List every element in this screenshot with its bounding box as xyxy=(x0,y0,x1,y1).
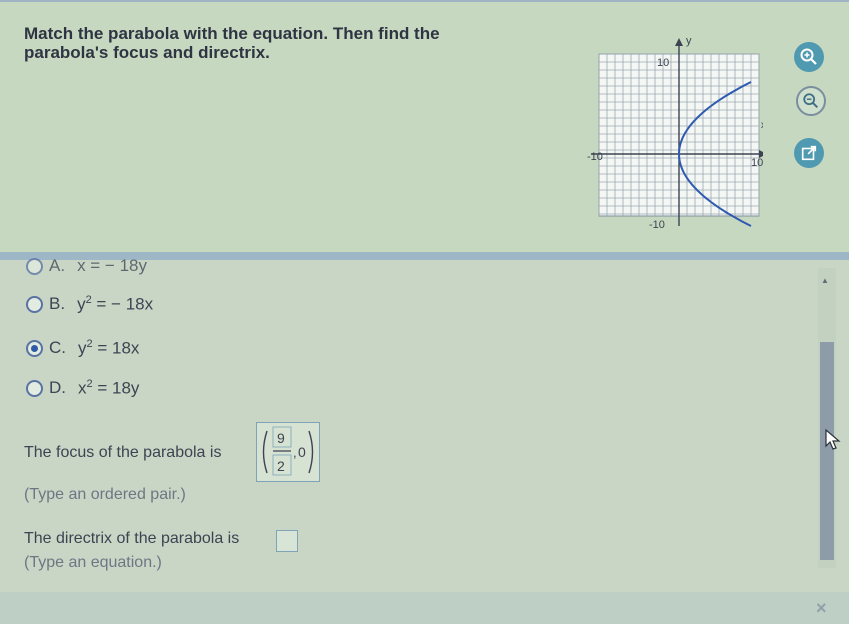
focus-numerator: 9 xyxy=(277,430,285,446)
option-a-radio[interactable] xyxy=(26,257,43,275)
option-b-letter: B. xyxy=(49,294,66,313)
focus-ordered-pair: 9 2 , 0 xyxy=(262,426,314,476)
option-b-equation: y2 = − 18x xyxy=(77,294,153,315)
zoom-in-button[interactable] xyxy=(794,42,824,72)
focus-comma: , xyxy=(293,445,297,460)
zoom-in-icon xyxy=(800,48,817,65)
question-line-1: Match the parabola with the equation. Th… xyxy=(24,24,440,43)
directrix-input[interactable] xyxy=(276,530,298,552)
option-c-rest: = 18x xyxy=(92,338,140,358)
tick-label-left: -10 xyxy=(587,151,603,163)
option-b-base: y xyxy=(77,294,86,314)
question-line-2: parabola's focus and directrix. xyxy=(24,43,270,62)
focus-answer-box[interactable]: 9 2 , 0 xyxy=(256,422,320,482)
option-c-letter: C. xyxy=(49,338,66,357)
mouse-pointer-icon xyxy=(825,428,841,450)
tick-label-bottom: -10 xyxy=(649,219,665,231)
option-b-rest: = − 18x xyxy=(91,294,154,314)
option-c-radio[interactable] xyxy=(26,339,43,357)
directrix-hint: (Type an equation.) xyxy=(24,554,162,571)
option-a-letter: A. xyxy=(49,256,66,275)
focus-denominator: 2 xyxy=(277,458,285,474)
option-d[interactable]: D. x2 = 18y xyxy=(26,376,139,400)
option-d-equation: x2 = 18y xyxy=(78,378,139,399)
question-text: Match the parabola with the equation. Th… xyxy=(24,24,464,62)
option-b[interactable]: B. y2 = − 18x xyxy=(26,292,153,316)
option-d-rest: = 18y xyxy=(92,378,140,398)
option-a[interactable]: A. x = − 18y xyxy=(26,254,147,278)
option-c-equation: y2 = 18x xyxy=(78,338,139,359)
option-c[interactable]: C. y2 = 18x xyxy=(26,336,139,360)
open-in-new-window-button[interactable] xyxy=(794,138,824,168)
option-a-equation: x = − 18y xyxy=(77,256,147,275)
tick-label-top: 10 xyxy=(657,57,669,69)
y-axis-label: y xyxy=(686,35,692,47)
tick-label-right: 10 xyxy=(751,157,763,169)
directrix-label: The directrix of the parabola is xyxy=(24,530,240,547)
option-d-base: x xyxy=(78,378,87,398)
focus-y-value: 0 xyxy=(298,444,306,460)
external-link-icon xyxy=(801,145,817,161)
option-c-base: y xyxy=(78,338,87,358)
option-b-radio[interactable] xyxy=(26,295,43,313)
scroll-up-arrow-icon[interactable]: ▲ xyxy=(821,276,829,285)
y-axis-arrow xyxy=(675,38,683,46)
option-d-radio[interactable] xyxy=(26,379,43,397)
question-pane: Match the parabola with the equation. Th… xyxy=(0,0,849,254)
right-paren-icon xyxy=(308,430,314,474)
option-d-letter: D. xyxy=(49,378,66,397)
x-axis-label: x xyxy=(761,120,763,131)
focus-hint: (Type an ordered pair.) xyxy=(24,486,186,503)
zoom-out-button[interactable] xyxy=(796,86,826,116)
zoom-out-icon xyxy=(803,93,819,109)
footer-bar xyxy=(0,592,849,624)
close-icon[interactable]: × xyxy=(816,598,827,619)
focus-label: The focus of the parabola is xyxy=(24,444,222,461)
parabola-graph: y x 10 -10 -10 10 xyxy=(587,35,763,231)
left-paren-icon xyxy=(262,430,268,474)
